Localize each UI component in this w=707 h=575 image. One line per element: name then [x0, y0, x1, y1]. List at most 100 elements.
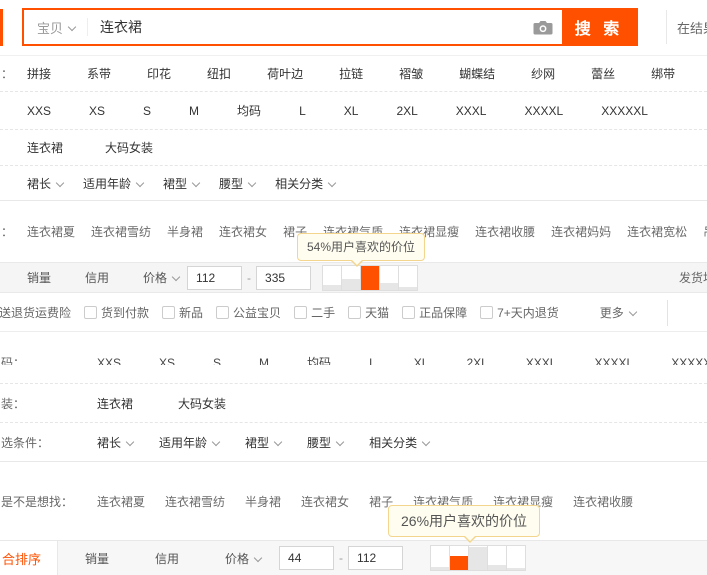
size-filter-item[interactable]: XS [159, 356, 175, 365]
price-histogram-cell[interactable] [506, 545, 527, 571]
price-max-input[interactable] [348, 546, 404, 570]
style-filter-item[interactable]: 绑带 [651, 65, 675, 82]
service-checkbox-item[interactable]: 天猫 [348, 304, 389, 321]
related-search-link[interactable]: 连衣裙雪纺 [165, 493, 225, 510]
related-search-link[interactable]: 吊 [703, 223, 707, 240]
style-filter-item[interactable]: 拼接 [27, 65, 51, 82]
size-filter-item[interactable]: XL [414, 356, 429, 365]
filter-dropdown[interactable]: 裙长 [97, 434, 135, 451]
checkbox[interactable] [162, 306, 176, 319]
size-filter-item[interactable]: 均码 [307, 356, 331, 365]
related-search-link[interactable]: 连衣裙收腰 [573, 493, 633, 510]
style-filter-item[interactable]: 拉链 [339, 65, 363, 82]
size-filter-item[interactable]: XXXL [526, 356, 557, 365]
size-filter-item[interactable]: M [259, 356, 269, 365]
more-filters[interactable]: 更多 [600, 304, 638, 321]
service-checkbox-item[interactable]: 7+天内退货 [480, 304, 559, 321]
search-button[interactable]: 搜 索 [562, 10, 636, 44]
sort-by-credit[interactable]: 信用 [85, 269, 109, 286]
sort-by-credit[interactable]: 信用 [155, 550, 179, 567]
filter-dropdown[interactable]: 相关分类 [369, 434, 431, 451]
size-filter-item[interactable]: XL [344, 104, 359, 118]
size-filter-item[interactable]: XXS [27, 104, 51, 118]
filter-dropdown[interactable]: 裙型 [163, 175, 201, 192]
related-search-link[interactable]: 连衣裙雪纺 [91, 223, 151, 240]
related-search-link[interactable]: 连衣裙夏 [97, 493, 145, 510]
filter-dropdown[interactable]: 适用年龄 [83, 175, 145, 192]
style-filter-item[interactable]: 纽扣 [207, 65, 231, 82]
size-filter-item[interactable]: M [189, 104, 199, 118]
size-filter-item[interactable]: XXXL [456, 104, 487, 118]
price-histogram-cell[interactable] [398, 264, 419, 291]
size-filter-item[interactable]: XXS [97, 356, 121, 365]
price-histogram-cell[interactable] [360, 264, 381, 291]
service-checkbox-item[interactable]: 正品保障 [402, 304, 467, 321]
category-filter-item[interactable]: 连衣裙 [27, 139, 63, 156]
related-search-link[interactable]: 连衣裙宽松 [627, 223, 687, 240]
size-filter-item[interactable]: 均码 [237, 102, 261, 119]
size-filter-item[interactable]: 2XL [466, 356, 487, 365]
style-filter-item[interactable]: 蝴蝶结 [459, 65, 495, 82]
checkbox[interactable] [402, 306, 416, 319]
service-checkbox-item[interactable]: 货到付款 [84, 304, 149, 321]
price-min-input[interactable] [187, 265, 243, 290]
checkbox[interactable] [84, 306, 98, 319]
service-first-label[interactable]: 赠送退货运费险 [0, 304, 71, 321]
price-histogram-cell[interactable] [322, 264, 343, 291]
price-max-input[interactable] [256, 265, 312, 290]
size-filter-item[interactable]: XXXXL [594, 356, 633, 365]
size-filter-item[interactable]: XS [89, 104, 105, 118]
price-histogram-cell[interactable] [449, 545, 470, 571]
checkbox[interactable] [216, 306, 230, 319]
checkbox[interactable] [294, 306, 308, 319]
category-filter-item[interactable]: 连衣裙 [97, 395, 133, 412]
size-filter-item[interactable]: XXXXL [524, 104, 563, 118]
image-search-button[interactable] [524, 10, 562, 44]
filter-dropdown[interactable]: 裙型 [245, 434, 283, 451]
filter-dropdown[interactable]: 腰型 [307, 434, 345, 451]
filter-dropdown[interactable]: 裙长 [27, 175, 65, 192]
sort-by-price[interactable]: 价格 [143, 269, 181, 286]
style-filter-item[interactable]: 褶皱 [399, 65, 423, 82]
related-search-link[interactable]: 连衣裙夏 [27, 223, 75, 240]
search-in-results-option[interactable]: 在结果中 [666, 10, 707, 44]
style-filter-item[interactable]: 纱网 [531, 65, 555, 82]
sort-by-sales[interactable]: 销量 [27, 269, 51, 286]
price-min-input[interactable] [279, 546, 335, 570]
search-input[interactable] [88, 10, 524, 44]
size-filter-item[interactable]: XXXXXL [601, 104, 648, 118]
filter-dropdown[interactable]: 适用年龄 [159, 434, 221, 451]
service-checkbox-item[interactable]: 二手 [294, 304, 335, 321]
size-filter-item[interactable]: S [143, 104, 151, 118]
size-filter-item[interactable]: XXXXXL [671, 356, 707, 365]
search-category-dropdown[interactable]: 宝贝 [24, 10, 88, 44]
price-histogram-cell[interactable] [379, 264, 400, 291]
price-histogram-cell[interactable] [341, 264, 362, 291]
category-filter-item[interactable]: 大码女装 [105, 139, 153, 156]
price-histogram-cell[interactable] [468, 545, 489, 571]
related-search-link[interactable]: 连衣裙收腰 [475, 223, 535, 240]
style-filter-item[interactable]: 荷叶边 [267, 65, 303, 82]
category-filter-item[interactable]: 大码女装 [178, 395, 226, 412]
filter-dropdown[interactable]: 相关分类 [275, 175, 337, 192]
ship-from-filter[interactable]: 发货地 [679, 269, 707, 286]
related-search-link[interactable]: 半身裙 [167, 223, 203, 240]
filter-dropdown[interactable]: 腰型 [219, 175, 257, 192]
price-histogram-cell[interactable] [487, 545, 508, 571]
related-search-link[interactable]: 连衣裙女 [219, 223, 267, 240]
sort-by-sales[interactable]: 销量 [85, 550, 109, 567]
sort-by-price[interactable]: 价格 [225, 550, 263, 567]
related-search-link[interactable]: 连衣裙妈妈 [551, 223, 611, 240]
related-search-link[interactable]: 半身裙 [245, 493, 281, 510]
size-filter-item[interactable]: 2XL [396, 104, 417, 118]
related-search-link[interactable]: 连衣裙女 [301, 493, 349, 510]
checkbox[interactable] [348, 306, 362, 319]
size-filter-item[interactable]: L [369, 356, 376, 365]
checkbox[interactable] [480, 306, 494, 319]
style-filter-item[interactable]: 系带 [87, 65, 111, 82]
style-filter-item[interactable]: 蕾丝 [591, 65, 615, 82]
price-histogram-cell[interactable] [430, 545, 451, 571]
service-checkbox-item[interactable]: 公益宝贝 [216, 304, 281, 321]
sort-tab-default-cut[interactable]: 合排序 [0, 541, 58, 575]
service-checkbox-item[interactable]: 新品 [162, 304, 203, 321]
